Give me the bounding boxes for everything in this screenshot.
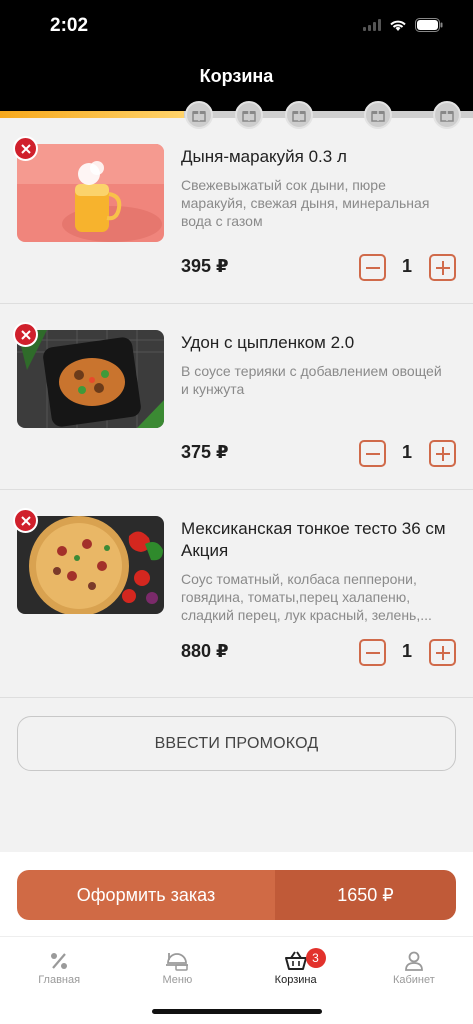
item-quantity: 1 xyxy=(401,442,412,462)
tab-cart[interactable]: 3 Корзина xyxy=(237,937,355,996)
signal-icon xyxy=(363,19,381,31)
page-title: Корзина xyxy=(199,66,274,86)
item-quantity: 1 xyxy=(401,256,412,276)
decrease-quantity-button[interactable] xyxy=(359,254,386,281)
remove-item-button[interactable] xyxy=(13,508,38,533)
tab-home-label: Главная xyxy=(38,974,81,986)
item-name: Мексиканская тонкое тесто 36 см Акция xyxy=(181,519,446,560)
item-name: Удон с цыпленком 2.0 xyxy=(181,333,355,352)
tab-account[interactable]: Кабинет xyxy=(355,937,473,996)
decrease-quantity-button[interactable] xyxy=(359,639,386,666)
plus-icon xyxy=(435,645,450,660)
item-description: В соусе терияки с добавлением овощей и к… xyxy=(181,363,442,397)
tab-cart-label: Корзина xyxy=(274,974,317,986)
tab-bar: Главная Меню 3 Корзина Кабинет xyxy=(0,936,473,996)
bonus-progress-fill xyxy=(0,111,185,118)
tab-account-label: Кабинет xyxy=(392,974,435,986)
tab-menu[interactable]: Меню xyxy=(118,937,236,996)
cart-count-badge: 3 xyxy=(305,948,326,968)
item-image-pizza[interactable] xyxy=(17,516,164,614)
minus-icon xyxy=(365,452,380,455)
item-image-udon[interactable] xyxy=(17,330,164,428)
promo-code-button[interactable]: ВВЕСТИ ПРОМОКОД xyxy=(17,716,456,771)
close-icon xyxy=(20,515,31,526)
battery-icon xyxy=(415,18,443,32)
minus-icon xyxy=(365,651,380,654)
status-time: 2:02 xyxy=(50,15,89,36)
increase-quantity-button[interactable] xyxy=(429,254,456,281)
user-icon xyxy=(404,951,423,971)
wifi-icon xyxy=(390,20,406,31)
item-price: 375 ₽ xyxy=(181,442,229,462)
close-icon xyxy=(20,143,31,154)
minus-icon xyxy=(365,266,380,269)
tab-home[interactable]: Главная xyxy=(0,937,118,996)
remove-item-button[interactable] xyxy=(13,322,38,347)
order-total: 1650 ₽ xyxy=(275,870,456,920)
item-quantity: 1 xyxy=(401,641,412,661)
checkout-button[interactable]: Оформить заказ 1650 ₽ xyxy=(17,870,456,920)
promo-code-label: ВВЕСТИ ПРОМОКОД xyxy=(154,734,319,752)
header: 2:02 Корзина xyxy=(0,0,473,116)
item-name: Дыня-маракуйя 0.3 л xyxy=(181,147,347,166)
home-indicator xyxy=(152,1009,322,1014)
checkout-label: Оформить заказ xyxy=(17,870,275,920)
decrease-quantity-button[interactable] xyxy=(359,440,386,467)
item-price: 880 ₽ xyxy=(181,641,229,661)
item-description: Соус томатный, колбаса пепперони, говяди… xyxy=(181,571,432,623)
item-description: Свежевыжатый сок дыни, пюре маракуйя, св… xyxy=(181,177,430,229)
plus-icon xyxy=(435,446,450,461)
tab-menu-label: Меню xyxy=(162,974,193,986)
increase-quantity-button[interactable] xyxy=(429,639,456,666)
close-icon xyxy=(20,329,31,340)
cart-item: Дыня-маракуйя 0.3 л Свежевыжатый сок дын… xyxy=(0,118,473,304)
cart-item: Удон с цыпленком 2.0 В соусе терияки с д… xyxy=(0,304,473,490)
item-price: 395 ₽ xyxy=(181,256,229,276)
basket-icon xyxy=(284,951,307,970)
cart-item: Мексиканская тонкое тесто 36 см Акция Со… xyxy=(0,490,473,698)
percent-icon xyxy=(51,953,68,969)
plus-icon xyxy=(435,260,450,275)
increase-quantity-button[interactable] xyxy=(429,440,456,467)
status-icons xyxy=(363,18,443,32)
item-image-melon-drink[interactable] xyxy=(17,144,164,242)
remove-item-button[interactable] xyxy=(13,136,38,161)
menu-dish-icon xyxy=(166,953,189,971)
